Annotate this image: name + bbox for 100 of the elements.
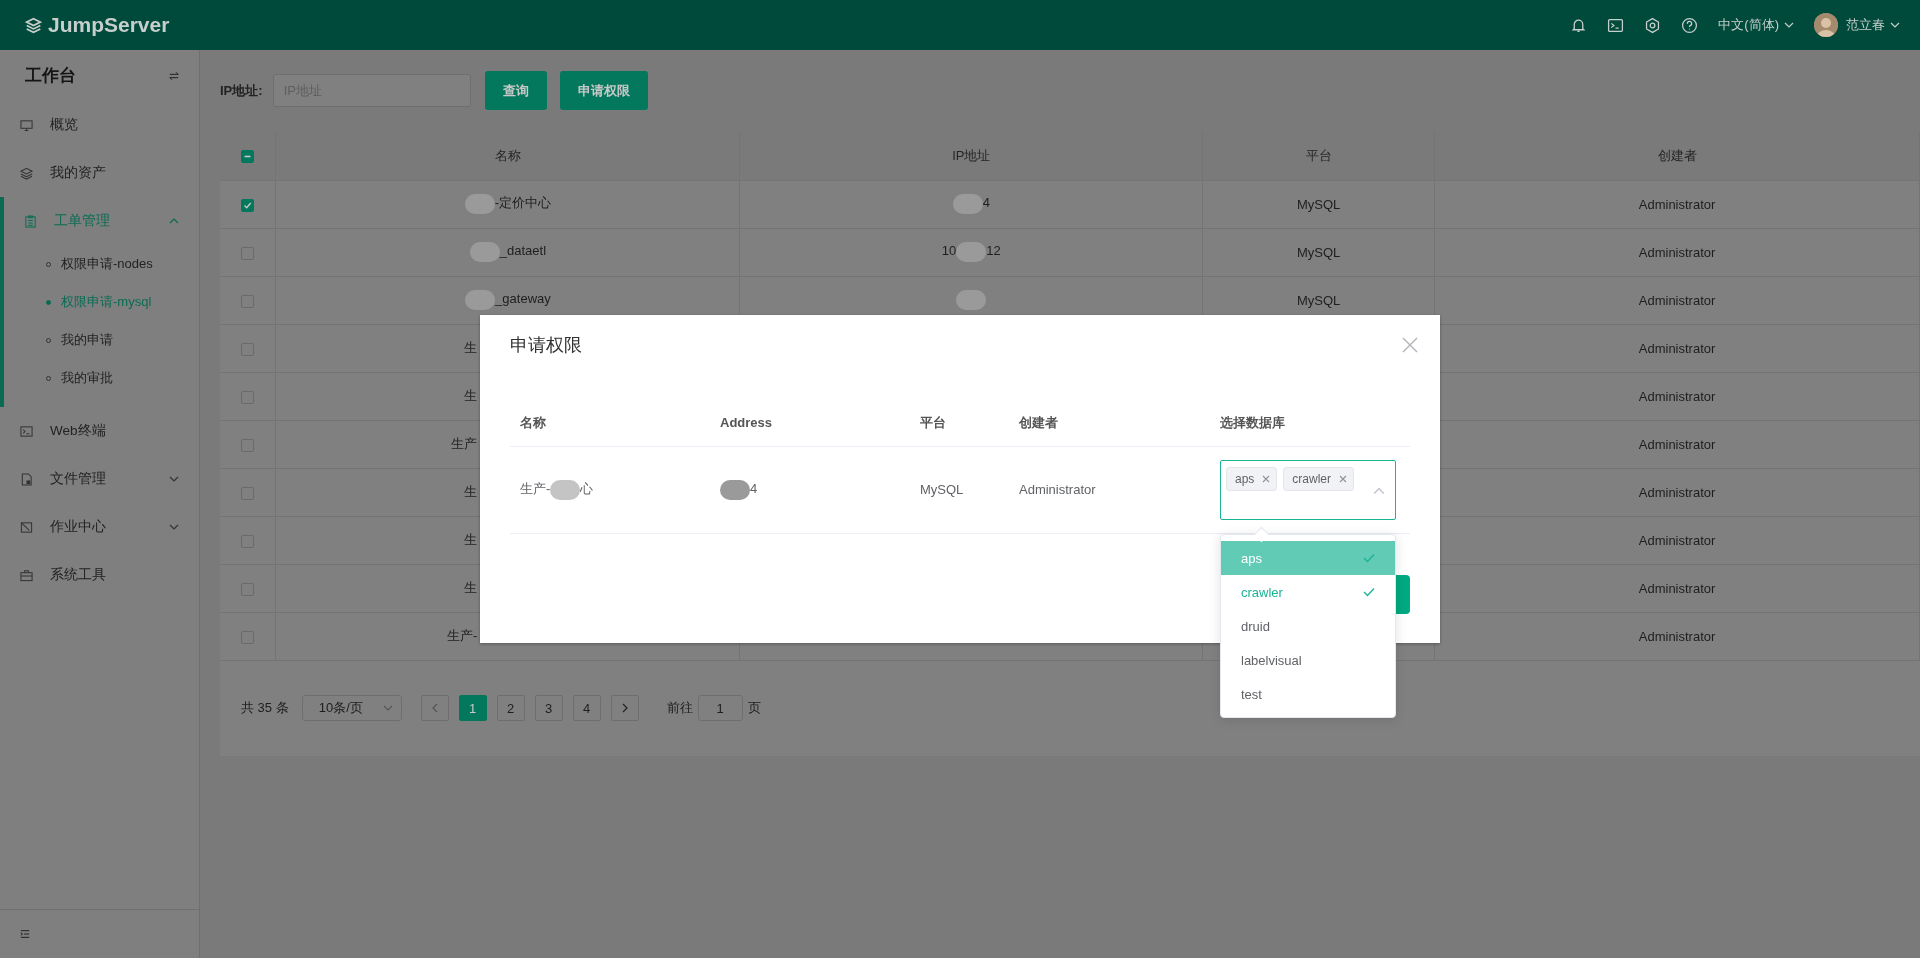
checkmark-icon <box>243 200 253 210</box>
window-icon <box>20 520 33 534</box>
creator-text: Administrator <box>1638 244 1716 260</box>
column-header[interactable]: IP地址 <box>952 147 991 163</box>
sidebar-subitem[interactable]: 我的审批 <box>4 359 199 397</box>
redaction-mark <box>465 290 496 310</box>
selected-tag[interactable]: aps <box>1226 466 1278 491</box>
redaction-mark <box>720 479 750 500</box>
creator-text: Administrator <box>1019 482 1096 497</box>
asset-name: 心 <box>580 480 594 496</box>
collapse-icon[interactable] <box>20 929 30 939</box>
dropdown-option[interactable]: test <box>1221 677 1395 711</box>
dropdown-option[interactable]: crawler <box>1221 575 1395 609</box>
ip-address: 12 <box>986 243 1001 259</box>
creator-text: Administrator <box>1638 388 1716 404</box>
page-button[interactable]: 3 <box>534 695 563 721</box>
logo-icon[interactable] <box>25 16 42 34</box>
sidebar-item[interactable]: 我的资产 <box>0 149 199 197</box>
close-icon[interactable] <box>1262 474 1271 483</box>
caret-icon <box>169 522 179 532</box>
asset-name: 生产- <box>447 628 478 643</box>
page-number-field[interactable]: 1 <box>697 695 743 721</box>
creator-text: Administrator <box>1638 484 1716 500</box>
ip-address: 10 <box>941 243 957 259</box>
selected-tag[interactable]: crawler <box>1283 466 1355 491</box>
total-count: 共 35 条 <box>241 699 289 717</box>
search-button[interactable]: 申请权限 <box>559 71 648 110</box>
sidebar-item[interactable]: 系统工具 <box>0 551 199 599</box>
redaction-mark <box>952 194 983 214</box>
sidebar-subitem[interactable]: 我的申请 <box>4 321 199 359</box>
logo-text[interactable]: JumpServer <box>48 13 170 37</box>
terminal-icon[interactable] <box>1607 16 1625 34</box>
check-icon <box>1363 586 1375 598</box>
column-header[interactable]: 平台 <box>1305 147 1332 163</box>
sidebar-item[interactable]: 文件管理 <box>0 455 199 503</box>
toolbox-icon <box>20 568 33 582</box>
creator-text: Administrator <box>1638 436 1716 452</box>
asset-name: 生 <box>464 580 478 595</box>
sidebar-subitem[interactable]: 权限申请-nodes <box>4 245 199 283</box>
asset-name: _gateway <box>495 291 551 307</box>
redaction-mark <box>550 479 581 500</box>
creator-text: Administrator <box>1638 580 1716 596</box>
close-icon[interactable] <box>1339 474 1348 483</box>
creator-text: Administrator <box>1638 628 1716 644</box>
platform-text: MySQL <box>1297 292 1341 308</box>
dialog-title: 申请权限 <box>510 334 582 357</box>
page-size-select[interactable]: 10条/页 <box>301 695 402 721</box>
caret-icon <box>169 216 179 226</box>
database-select[interactable]: aps crawler <box>1220 459 1396 520</box>
creator-text: Administrator <box>1638 532 1716 548</box>
asset-name: 生 <box>464 532 478 547</box>
platform-text: MySQL <box>1297 244 1341 260</box>
help-icon[interactable] <box>1681 16 1699 34</box>
caret-icon <box>169 474 179 484</box>
column-header: 创建者 <box>1019 414 1058 430</box>
column-header[interactable]: 名称 <box>494 147 521 163</box>
checkbox[interactable] <box>241 198 255 212</box>
search-button[interactable]: 查询 <box>484 71 547 110</box>
language-menu[interactable]: 中文(简体) <box>1718 16 1794 34</box>
monitor-icon <box>20 118 33 132</box>
avatar-icon[interactable] <box>1814 13 1838 37</box>
creator-text: Administrator <box>1638 196 1716 212</box>
sidebar-item[interactable]: 作业中心 <box>0 503 199 551</box>
page-button[interactable]: 1 <box>458 695 487 721</box>
asset-name: 生 <box>464 388 478 403</box>
dropdown-option[interactable]: labelvisual <box>1221 643 1395 677</box>
goto-suffix: 页 <box>747 699 761 717</box>
column-header: 平台 <box>920 414 946 430</box>
layers-icon <box>20 166 33 180</box>
asset-name: -定价中心 <box>494 195 552 211</box>
sidebar-item[interactable]: Web终端 <box>0 407 199 455</box>
next-page-button[interactable] <box>610 695 639 721</box>
page-button[interactable]: 4 <box>572 695 601 721</box>
close-icon[interactable] <box>1402 337 1418 353</box>
asset-name: 生 <box>464 340 478 355</box>
sidebar-item[interactable]: 概览 <box>0 101 199 149</box>
sidebar-title: 工作台 <box>25 65 76 87</box>
redaction-mark <box>464 194 495 214</box>
creator-text: Administrator <box>1638 340 1716 356</box>
checkbox[interactable] <box>241 150 255 164</box>
field-label: IP地址: <box>220 81 263 100</box>
redaction-mark <box>956 242 987 262</box>
caret-icon <box>382 703 393 713</box>
check-icon <box>1363 552 1375 564</box>
settings-icon[interactable] <box>1644 16 1662 34</box>
clipboard-icon <box>24 214 37 228</box>
column-header[interactable]: 创建者 <box>1657 147 1697 163</box>
creator-text: Administrator <box>1638 292 1716 308</box>
user-menu[interactable]: 范立春 <box>1846 16 1900 34</box>
redaction-mark <box>469 242 500 262</box>
asset-name: 生产- <box>520 480 551 496</box>
goto-label: 前往 <box>666 699 693 717</box>
swap-icon[interactable] <box>169 70 179 81</box>
asset-name: 生产 <box>451 436 478 451</box>
caret-icon <box>1784 20 1794 30</box>
column-header: 选择数据库 <box>1220 414 1285 430</box>
redaction-mark <box>956 290 987 310</box>
dropdown-option[interactable]: druid <box>1221 609 1395 643</box>
asset-name: _dataetl <box>499 243 547 259</box>
page-button[interactable]: 2 <box>496 695 525 721</box>
